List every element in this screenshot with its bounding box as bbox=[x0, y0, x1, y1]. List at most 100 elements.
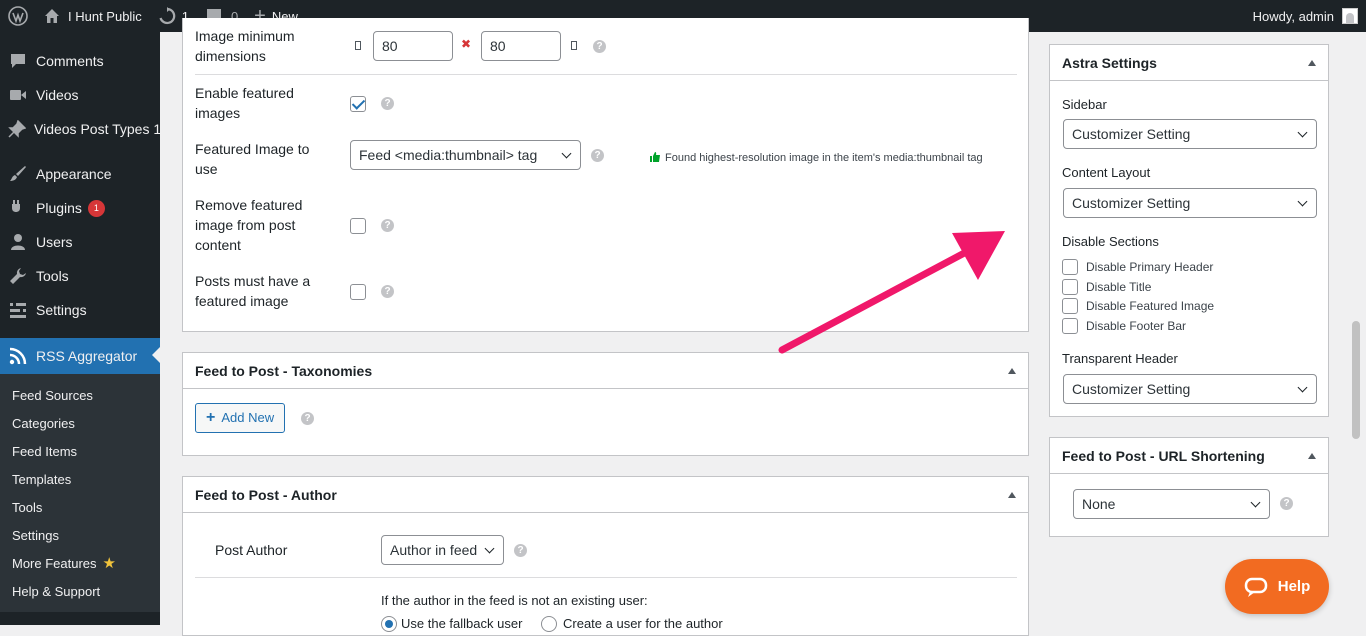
sidebar-item-label: Videos bbox=[36, 87, 79, 103]
min-width-input[interactable]: 80 bbox=[373, 31, 453, 61]
collapse-caret-icon[interactable] bbox=[1308, 452, 1316, 459]
sidebar-item-videos[interactable]: Videos bbox=[0, 78, 160, 112]
disable-featured-image-checkbox[interactable] bbox=[1062, 298, 1078, 314]
submenu-feed-items[interactable]: Feed Items bbox=[0, 437, 160, 465]
help-widget-button[interactable]: Help bbox=[1225, 559, 1329, 614]
submenu-help-support[interactable]: Help & Support bbox=[0, 577, 160, 605]
panel-title: Feed to Post - Taxonomies bbox=[195, 362, 373, 379]
sidebar-item-users[interactable]: Users bbox=[0, 225, 160, 259]
disable-title-checkbox[interactable] bbox=[1062, 279, 1078, 295]
panel-title: Feed to Post - URL Shortening bbox=[1062, 447, 1265, 464]
help-icon[interactable]: ? bbox=[381, 219, 394, 232]
help-icon[interactable]: ? bbox=[301, 412, 314, 425]
sidebar-item-comments[interactable]: Comments bbox=[0, 44, 160, 78]
sidebar-setting-label: Sidebar bbox=[1062, 97, 1107, 112]
help-icon[interactable]: ? bbox=[591, 149, 604, 162]
help-icon[interactable]: ? bbox=[593, 40, 606, 53]
disable-title-label: Disable Title bbox=[1086, 280, 1152, 294]
howdy-text: Howdy, admin bbox=[1252, 8, 1334, 24]
transparent-header-select[interactable]: Customizer Setting bbox=[1063, 374, 1317, 404]
height-icon bbox=[571, 41, 577, 50]
admin-sidebar: Comments Videos Videos Post Types 1 Appe… bbox=[0, 32, 162, 625]
disable-primary-header-label: Disable Primary Header bbox=[1086, 260, 1214, 274]
add-new-label: Add New bbox=[221, 410, 275, 425]
chat-bubble-icon bbox=[1244, 576, 1268, 598]
submenu-label: Settings bbox=[12, 527, 59, 543]
add-new-taxonomy-button[interactable]: + Add New bbox=[195, 403, 286, 433]
site-name-link[interactable]: I Hunt Public bbox=[36, 0, 150, 32]
featured-image-to-use-label: Featured Image to use bbox=[195, 141, 310, 177]
image-min-dimensions-label: Image minimum dimensions bbox=[195, 28, 295, 64]
help-widget-label: Help bbox=[1277, 578, 1311, 595]
submenu-templates[interactable]: Templates bbox=[0, 465, 160, 493]
help-icon[interactable]: ? bbox=[1280, 497, 1293, 510]
sidebar-item-label: Videos Post Types 1 bbox=[34, 121, 162, 137]
content-layout-label: Content Layout bbox=[1062, 165, 1151, 180]
sidebar-item-plugins[interactable]: Plugins 1 bbox=[0, 191, 160, 225]
plus-icon: + bbox=[206, 409, 216, 426]
thumbs-up-icon bbox=[649, 151, 661, 166]
sidebar-item-rss-aggregator[interactable]: RSS Aggregator bbox=[0, 338, 160, 374]
sidebar-item-videos-post-types[interactable]: Videos Post Types 1 bbox=[0, 112, 162, 146]
wrench-icon bbox=[8, 266, 28, 286]
updates-icon bbox=[158, 7, 176, 25]
astra-settings-header[interactable]: Astra Settings bbox=[1050, 45, 1328, 81]
sidebar-item-label: RSS Aggregator bbox=[36, 348, 138, 364]
post-author-label: Post Author bbox=[215, 542, 288, 558]
url-shortening-panel: Feed to Post - URL Shortening None ? bbox=[1049, 437, 1329, 537]
submenu-label: Categories bbox=[12, 415, 75, 431]
url-shortening-header[interactable]: Feed to Post - URL Shortening bbox=[1050, 438, 1328, 474]
sidebar-item-label: Users bbox=[36, 234, 73, 250]
rss-icon bbox=[8, 346, 28, 366]
enable-featured-images-checkbox[interactable] bbox=[350, 96, 366, 112]
post-author-select[interactable]: Author in feed bbox=[381, 535, 504, 565]
comment-icon bbox=[8, 51, 28, 71]
sidebar-item-label: Comments bbox=[36, 53, 104, 69]
must-have-featured-image-checkbox[interactable] bbox=[350, 284, 366, 300]
create-user-radio[interactable] bbox=[541, 616, 557, 632]
disable-primary-header-checkbox[interactable] bbox=[1062, 259, 1078, 275]
submenu-tools[interactable]: Tools bbox=[0, 493, 160, 521]
collapse-caret-icon[interactable] bbox=[1008, 367, 1016, 374]
url-shortener-select[interactable]: None bbox=[1073, 489, 1270, 519]
submenu-more-features[interactable]: More Features ★ bbox=[0, 549, 160, 577]
sidebar-item-label: Tools bbox=[36, 268, 69, 284]
user-icon bbox=[8, 232, 28, 252]
help-icon[interactable]: ? bbox=[381, 285, 394, 298]
author-panel: Feed to Post - Author Post Author Author… bbox=[182, 476, 1029, 636]
fallback-question: If the author in the feed is not an exis… bbox=[381, 593, 648, 608]
fallback-user-radio[interactable] bbox=[381, 616, 397, 632]
settings-icon bbox=[8, 300, 28, 320]
collapse-caret-icon[interactable] bbox=[1008, 491, 1016, 498]
video-icon bbox=[8, 85, 28, 105]
submenu-feed-sources[interactable]: Feed Sources bbox=[0, 381, 160, 409]
enable-featured-images-label: Enable featured images bbox=[195, 85, 294, 121]
submenu-settings[interactable]: Settings bbox=[0, 521, 160, 549]
collapse-caret-icon[interactable] bbox=[1308, 59, 1316, 66]
astra-settings-panel: Astra Settings Sidebar Customizer Settin… bbox=[1049, 44, 1329, 417]
sidebar-setting-select[interactable]: Customizer Setting bbox=[1063, 119, 1317, 149]
author-panel-header[interactable]: Feed to Post - Author bbox=[183, 477, 1028, 513]
disable-footer-bar-checkbox[interactable] bbox=[1062, 318, 1078, 334]
sidebar-item-tools[interactable]: Tools bbox=[0, 259, 160, 293]
fallback-user-label: Use the fallback user bbox=[401, 616, 523, 631]
wordpress-logo-icon[interactable] bbox=[0, 0, 36, 32]
page-scrollbar[interactable] bbox=[1352, 321, 1360, 439]
sidebar-item-settings[interactable]: Settings bbox=[0, 293, 160, 327]
min-height-input[interactable]: 80 bbox=[481, 31, 561, 61]
help-icon[interactable]: ? bbox=[381, 97, 394, 110]
remove-featured-image-checkbox[interactable] bbox=[350, 218, 366, 234]
sidebar-item-appearance[interactable]: Appearance bbox=[0, 157, 160, 191]
content-layout-select[interactable]: Customizer Setting bbox=[1063, 188, 1317, 218]
pin-icon bbox=[8, 119, 26, 139]
submenu-categories[interactable]: Categories bbox=[0, 409, 160, 437]
sidebar-item-label: Plugins bbox=[36, 200, 82, 216]
help-icon[interactable]: ? bbox=[514, 544, 527, 557]
featured-image-source-select[interactable]: Feed <media:thumbnail> tag bbox=[350, 140, 581, 170]
disable-featured-image-label: Disable Featured Image bbox=[1086, 299, 1215, 313]
rss-aggregator-submenu: Feed Sources Categories Feed Items Templ… bbox=[0, 374, 160, 612]
row-divider bbox=[195, 577, 1017, 578]
account-menu[interactable]: Howdy, admin bbox=[1245, 0, 1366, 32]
featured-image-note: Found highest-resolution image in the it… bbox=[665, 152, 983, 164]
disable-sections-label: Disable Sections bbox=[1062, 234, 1159, 249]
